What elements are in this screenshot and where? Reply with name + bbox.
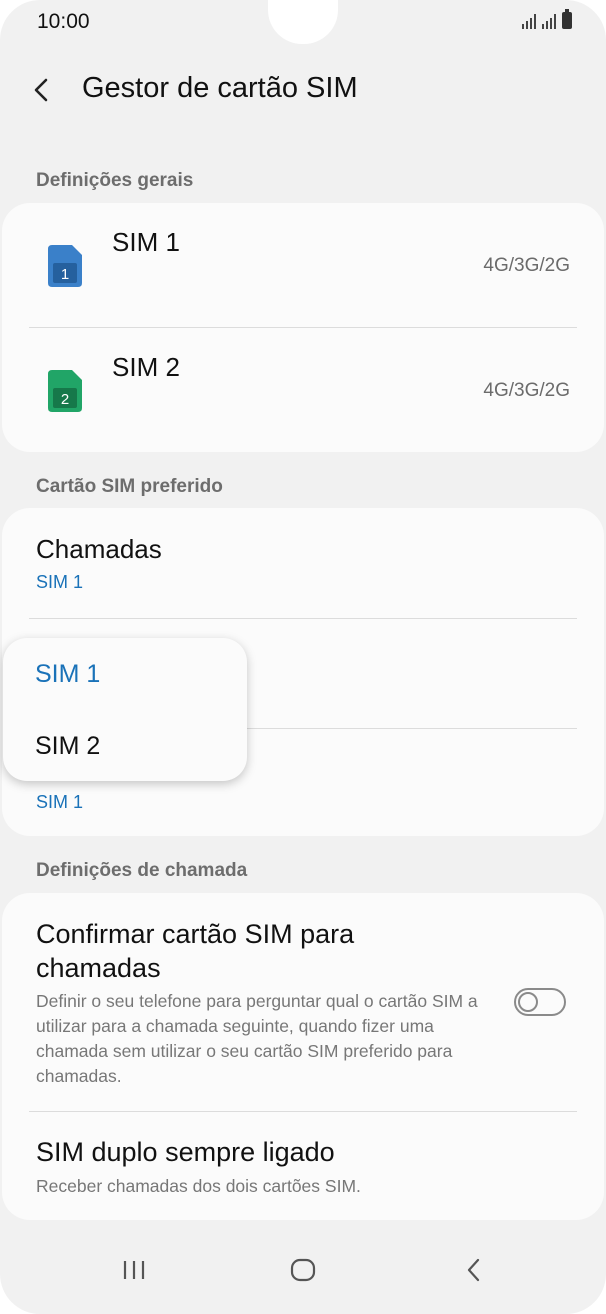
confirm-sim-description: Definir o seu telefone para perguntar qu… — [36, 991, 478, 1086]
sim-network: 4G/3G/2G — [483, 380, 570, 401]
sim-list-card: 1 SIM 1 4G/3G/2G 2 SIM 2 4G/3G/2G — [2, 203, 604, 452]
home-icon — [290, 1258, 316, 1282]
page-title: Gestor de cartão SIM — [82, 72, 358, 104]
sim-card-icon: 1 — [48, 245, 82, 287]
popup-option-sim-1[interactable]: SIM 1 — [35, 660, 100, 689]
sim-select-popup: SIM 1 SIM 2 — [3, 638, 247, 781]
hidden-preference-value: SIM 1 — [36, 792, 84, 812]
toggle-knob — [518, 992, 538, 1012]
popup-option-sim-2[interactable]: SIM 2 — [35, 732, 100, 761]
navigation-bar — [0, 1228, 606, 1314]
dual-sim-description: Receber chamadas dos dois cartões SIM. — [36, 1176, 361, 1196]
recents-icon — [123, 1261, 145, 1279]
phone-screen: 10:00 Gestor de cartão SIM Definições ge… — [0, 0, 606, 1314]
camera-notch — [268, 0, 338, 44]
back-button[interactable] — [28, 72, 58, 108]
sim-row-2[interactable]: 2 SIM 2 4G/3G/2G — [2, 328, 604, 452]
dual-sim-title: SIM duplo sempre ligado — [36, 1137, 335, 1167]
section-label-call-settings: Definições de chamada — [36, 860, 248, 881]
section-label-preferred: Cartão SIM preferido — [36, 476, 223, 497]
status-icons — [522, 9, 572, 29]
sim-name: SIM 2 — [112, 352, 180, 382]
app-header: Gestor de cartão SIM — [0, 62, 606, 118]
call-settings-card: Confirmar cartão SIM para chamadas Defin… — [2, 893, 604, 1220]
dual-sim-setting[interactable]: SIM duplo sempre ligado Receber chamadas… — [2, 1112, 604, 1220]
signal-icon-2 — [542, 13, 556, 29]
battery-icon — [562, 9, 572, 29]
signal-icon — [522, 13, 536, 29]
sim-row-1[interactable]: 1 SIM 1 4G/3G/2G — [2, 203, 604, 327]
sim-network: 4G/3G/2G — [483, 255, 570, 276]
sim-card-icon: 2 — [48, 370, 82, 412]
svg-text:1: 1 — [61, 266, 69, 283]
divider — [29, 618, 577, 619]
calls-label: Chamadas — [36, 534, 162, 564]
calls-preference-item[interactable]: Chamadas SIM 1 — [2, 508, 604, 618]
sim-name: SIM 1 — [112, 227, 180, 257]
svg-text:2: 2 — [61, 391, 69, 408]
status-time: 10:00 — [37, 10, 90, 33]
chevron-left-icon — [34, 78, 48, 102]
back-icon — [467, 1258, 480, 1282]
confirm-sim-setting[interactable]: Confirmar cartão SIM para chamadas Defin… — [2, 893, 604, 1110]
nav-back-button[interactable] — [444, 1250, 504, 1290]
recents-button[interactable] — [104, 1250, 164, 1290]
section-label-general: Definições gerais — [36, 170, 194, 191]
confirm-sim-title: Confirmar cartão SIM para chamadas — [36, 919, 355, 983]
calls-value: SIM 1 — [36, 572, 84, 592]
confirm-sim-toggle[interactable] — [514, 988, 566, 1016]
home-button[interactable] — [273, 1250, 333, 1290]
